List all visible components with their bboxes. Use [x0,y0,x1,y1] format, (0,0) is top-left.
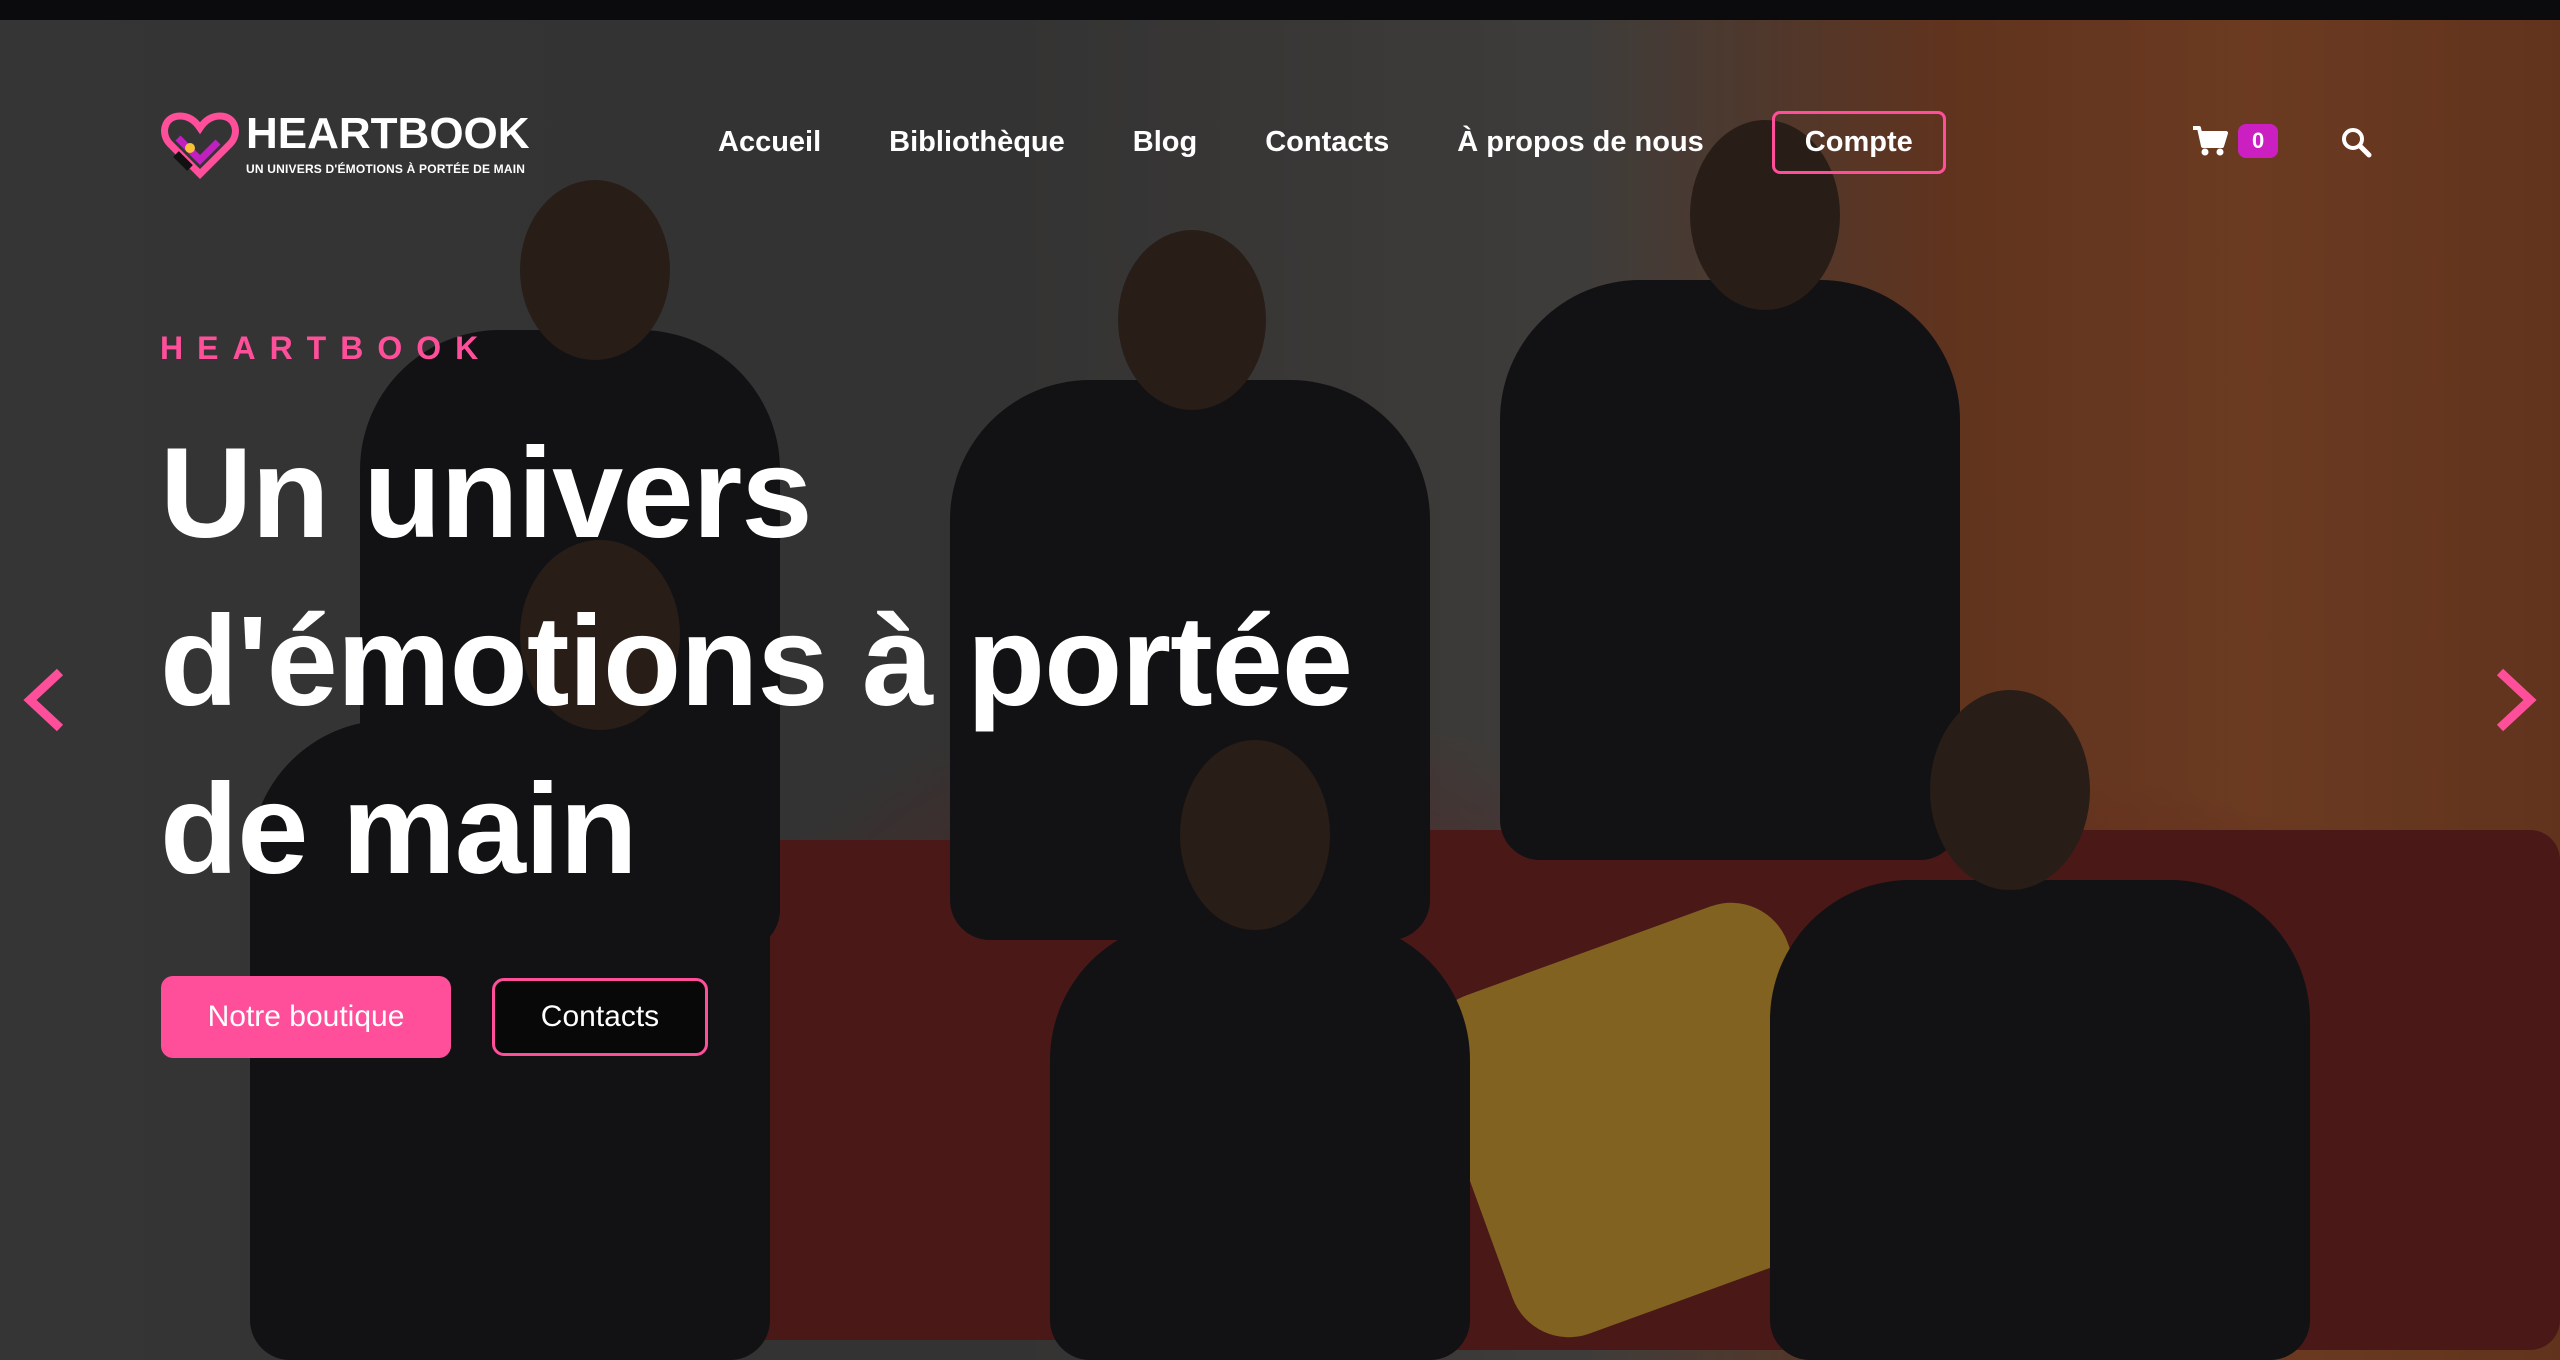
contacts-button[interactable]: Contacts [492,978,708,1056]
heart-logo-icon [161,112,239,179]
shop-button[interactable]: Notre boutique [161,976,451,1058]
window-top-bar [0,0,2560,20]
brand-tagline: UN UNIVERS D'ÉMOTIONS À PORTÉE DE MAIN [246,162,526,176]
brand-name: HEARTBOOK [246,109,530,158]
brand-logo[interactable]: HEARTBOOK UN UNIVERS D'ÉMOTIONS À PORTÉE… [160,108,530,180]
hero-headline: Un univers d'émotions à portée de main [160,422,1353,901]
nav-blog[interactable]: Blog [1133,126,1197,159]
account-button[interactable]: Compte [1771,110,1946,174]
chevron-right-icon[interactable] [2494,668,2538,732]
cart-count-badge: 0 [2238,124,2279,158]
hero-eyebrow: HEARTBOOK [160,330,493,366]
nav-bibliotheque[interactable]: Bibliothèque [889,126,1065,159]
search-icon[interactable] [2340,126,2372,158]
main-menu: Accueil Bibliothèque Blog Contacts À pro… [718,110,1946,174]
nav-contacts[interactable]: Contacts [1265,126,1389,159]
chevron-left-icon[interactable] [22,668,66,732]
nav-a-propos[interactable]: À propos de nous [1457,126,1704,159]
nav-accueil[interactable]: Accueil [718,126,821,159]
site-header: HEARTBOOK UN UNIVERS D'ÉMOTIONS À PORTÉE… [0,20,2560,179]
cart-button[interactable]: 0 [2192,124,2279,158]
cart-icon [2193,126,2228,156]
